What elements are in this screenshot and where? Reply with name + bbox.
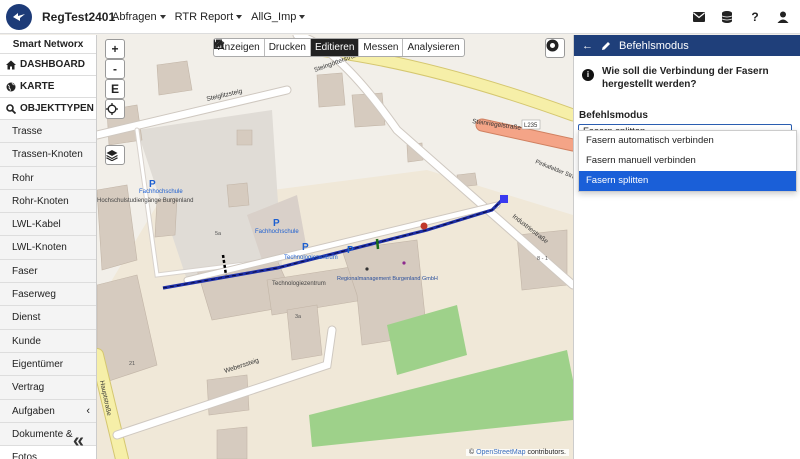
zoom-out-button[interactable]: - xyxy=(105,59,125,79)
menu-allg-imp[interactable]: AllG_Imp xyxy=(251,11,306,23)
option-manuell[interactable]: Fasern manuell verbinden xyxy=(579,151,796,171)
record-button[interactable] xyxy=(545,38,565,58)
sidebar-item-eigentuemer[interactable]: Eigentümer xyxy=(0,352,96,377)
map-svg: Steingötterstraße Steiglitzsteig Steinri… xyxy=(97,35,573,459)
e-button[interactable]: E xyxy=(105,79,125,99)
analysieren-button[interactable]: Analysieren xyxy=(214,39,463,56)
info-icon: i xyxy=(582,69,594,81)
top-bar: RegTest2401 Abfragen RTR Report AllG_Imp… xyxy=(0,0,800,34)
panel-title: Befehlsmodus xyxy=(619,39,689,52)
back-arrow-icon[interactable]: ← xyxy=(582,40,593,52)
menu-abfragen[interactable]: Abfragen xyxy=(112,11,166,23)
layers-button[interactable] xyxy=(105,145,125,165)
map-label: 21 xyxy=(129,361,135,367)
chevron-left-icon: ‹ xyxy=(86,404,90,417)
panel-question: i Wie soll die Verbindung der Fasern her… xyxy=(574,56,800,104)
home-icon xyxy=(6,60,16,69)
panel-header: ← Befehlsmodus xyxy=(574,35,800,56)
node-marker[interactable] xyxy=(420,222,428,230)
sidebar-item-trasse[interactable]: Trasse xyxy=(0,120,96,144)
top-right-icons: ? xyxy=(692,0,790,34)
sidebar-item-faser[interactable]: Faser xyxy=(0,259,96,284)
sidebar-item-rohr-knoten[interactable]: Rohr-Knoten xyxy=(0,189,96,214)
caret-down-icon xyxy=(236,14,243,19)
befehlsmodus-dropdown: Fasern automatisch verbinden Fasern manu… xyxy=(578,130,797,192)
map-label: L235 xyxy=(524,123,538,129)
option-splitten[interactable]: Fasern splitten xyxy=(579,171,796,191)
messen-button[interactable]: Messen xyxy=(215,39,404,56)
caret-down-icon xyxy=(299,14,306,19)
sidebar-item-dienst[interactable]: Dienst xyxy=(0,306,96,330)
map-attribution: © OpenStreetMap contributors. xyxy=(465,449,569,456)
node-marker[interactable] xyxy=(500,195,508,203)
sidebar-item-faserweg[interactable]: Faserweg xyxy=(0,283,96,307)
sidebar-item-karte[interactable]: KARTE xyxy=(0,76,96,98)
parking-icon: P xyxy=(302,242,309,253)
app-logo[interactable] xyxy=(6,3,32,30)
befehlsmodus-label: Befehlsmodus xyxy=(579,110,648,121)
chart-icon xyxy=(214,39,224,49)
drucken-button[interactable]: Drucken xyxy=(214,39,311,56)
search-icon xyxy=(6,103,16,114)
database-icon[interactable] xyxy=(720,10,734,24)
sidebar-item-aufgaben[interactable]: Aufgaben ‹ xyxy=(0,399,96,423)
main-menu: Abfragen RTR Report AllG_Imp xyxy=(112,11,314,23)
map-label: Fachhochschule xyxy=(255,229,299,235)
sidebar-item-lwl-kabel[interactable]: LWL-Kabel xyxy=(0,213,96,237)
map-canvas[interactable]: Steingötterstraße Steiglitzsteig Steinri… xyxy=(97,35,573,459)
map-label: Fachhochschule xyxy=(139,189,183,195)
app-title: RegTest2401 xyxy=(42,9,116,24)
sidebar-item-kunde[interactable]: Kunde xyxy=(0,329,96,353)
crosshair-icon xyxy=(106,103,118,115)
map-label: Hochschulstudiengänge Burgenland xyxy=(97,198,193,204)
sidebar-brand: Smart Networx xyxy=(0,35,96,54)
cable-marker xyxy=(375,238,380,250)
parking-icon: P xyxy=(273,218,280,229)
help-icon[interactable]: ? xyxy=(748,10,762,24)
sidebar-item-dashboard[interactable]: DASHBOARD xyxy=(0,54,96,76)
parking-icon: P xyxy=(347,245,354,256)
sidebar: Smart Networx DASHBOARD KARTE OBJEKTTYPE… xyxy=(0,35,97,459)
sidebar-item-vertrag[interactable]: Vertrag xyxy=(0,376,96,400)
map-label: 5a xyxy=(215,231,222,237)
locate-button[interactable] xyxy=(105,99,125,119)
map-label: 3a xyxy=(295,314,302,320)
map-label: Regionalmanagement Burgenland GmbH xyxy=(337,276,438,282)
map-toolbar: Anzeigen Drucken Editieren Messen Analys… xyxy=(213,38,465,57)
menu-rtr-report[interactable]: RTR Report xyxy=(175,11,243,23)
option-automatisch[interactable]: Fasern automatisch verbinden xyxy=(579,131,796,151)
pencil-icon xyxy=(602,41,610,50)
sidebar-item-lwl-knoten[interactable]: LWL-Knoten xyxy=(0,236,96,260)
target-icon xyxy=(546,39,559,52)
osm-link[interactable]: OpenStreetMap xyxy=(476,449,525,456)
editieren-button[interactable]: Editieren xyxy=(215,39,360,56)
caret-down-icon xyxy=(159,14,166,19)
sidebar-item-objekttypen[interactable]: OBJEKTTYPEN xyxy=(0,98,96,120)
mail-icon[interactable] xyxy=(692,10,706,24)
layers-icon xyxy=(106,150,118,161)
map-label: 8 - 1 xyxy=(537,256,548,262)
globe-icon xyxy=(6,82,16,91)
user-icon[interactable] xyxy=(776,10,790,24)
command-panel: ← Befehlsmodus i Wie soll die Verbindung… xyxy=(573,35,800,459)
collapse-sidebar-icon[interactable]: « xyxy=(73,430,84,453)
zoom-in-button[interactable]: + xyxy=(105,39,125,59)
sidebar-item-trassen-knoten[interactable]: Trassen-Knoten xyxy=(0,143,96,167)
map-label: Technologiezentrum xyxy=(272,281,326,287)
sidebar-item-rohr[interactable]: Rohr xyxy=(0,166,96,190)
map-label: Technologiezentrum xyxy=(284,255,338,261)
